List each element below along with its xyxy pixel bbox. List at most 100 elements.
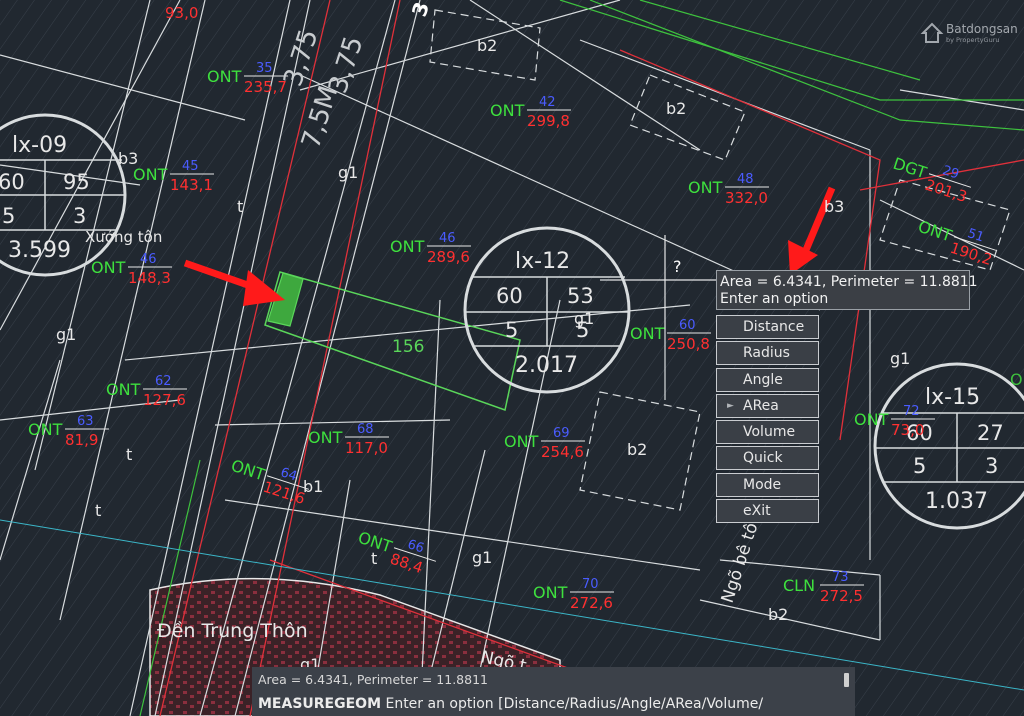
svg-text:3: 3 (985, 454, 998, 478)
parcel-number: 62 (155, 374, 172, 389)
parcel-number: 48 (737, 172, 754, 187)
parcel-type: CLN (783, 576, 815, 595)
house-logo-icon (920, 22, 944, 43)
command-scrollbar[interactable] (844, 673, 849, 687)
circle-name: lx-09 (12, 133, 67, 158)
option-area-label: ARea (743, 397, 779, 414)
measure-options-menu: Distance Radius Angle ► ARea Volume Quick… (716, 315, 819, 525)
cad-canvas[interactable]: ? lx-09 60 95 5 3 3.599 lx-12 60 53 5 5 … (0, 0, 1024, 716)
parcel-number: 46 (140, 252, 157, 267)
parcel-type: ONT (28, 420, 63, 439)
zone-label: g1 (472, 548, 492, 567)
command-options: Enter an option [Distance/Radius/Angle/A… (385, 696, 764, 712)
parcel-number: 70 (582, 577, 599, 592)
zone-label: b1 (303, 477, 323, 496)
parcel-number: 60 (679, 318, 696, 333)
parcel-number: 68 (357, 422, 374, 437)
zone-label: g1 (338, 163, 358, 182)
svg-text:1.037: 1.037 (925, 489, 988, 514)
parcel-area: 332,0 (725, 189, 768, 207)
zone-label: b3 (118, 149, 138, 168)
svg-text:27: 27 (977, 421, 1004, 445)
zone-label: t (126, 445, 132, 464)
svg-text:60: 60 (0, 170, 25, 194)
svg-text:lx-12: lx-12 (515, 249, 570, 274)
parcel-area: 289,6 (427, 248, 470, 266)
tooltip-prompt: Enter an option (720, 291, 829, 307)
parcel-label: 93,0 (165, 4, 198, 22)
current-option-arrow-icon: ► (727, 400, 734, 411)
command-prompt[interactable]: MEASUREGEOM Enter an option [Distance/Ra… (258, 696, 763, 712)
watermark-brand: Batdongsan (946, 22, 1018, 36)
parcel-area: 272,6 (570, 594, 613, 612)
parcel-type: ONT (533, 583, 568, 602)
option-quick[interactable]: Quick (716, 446, 819, 471)
parcel-type: ONT (630, 324, 665, 343)
zone-label: b2 (768, 605, 788, 624)
svg-text:3.599: 3.599 (8, 238, 71, 263)
parcel-area: 143,1 (170, 176, 213, 194)
parcel-type: ONT (490, 101, 525, 120)
zone-label: g1 (574, 309, 594, 328)
parcel-type: ONT (106, 380, 141, 399)
option-mode[interactable]: Mode (716, 472, 819, 497)
option-exit[interactable]: eXit (716, 499, 819, 524)
den-trung-thon-label: Đền Trung Thôn (157, 620, 308, 642)
parcel-area: 250,8 (667, 335, 710, 353)
svg-text:3: 3 (73, 204, 86, 228)
parcel-area: 93,0 (165, 4, 198, 22)
option-area[interactable]: ► ARea (716, 393, 819, 418)
autocad-drawing-viewport[interactable]: ? lx-09 60 95 5 3 3.599 lx-12 60 53 5 5 … (0, 0, 1024, 716)
zone-label: b2 (477, 36, 497, 55)
svg-text:60: 60 (496, 284, 523, 308)
zone-label: b3 (824, 197, 844, 216)
svg-text:5: 5 (505, 318, 518, 342)
parcel-type: ONT (91, 258, 126, 277)
parcel-number: 69 (553, 426, 570, 441)
parcel-area: 299,8 (527, 112, 570, 130)
svg-text:95: 95 (63, 170, 90, 194)
svg-text:2.017: 2.017 (515, 353, 578, 378)
parcel-number: 63 (77, 414, 94, 429)
parcel-type: ONT (854, 410, 889, 429)
parcel-area: 272,5 (820, 587, 863, 605)
parcel-area: 148,3 (128, 269, 171, 287)
zone-label: g1 (890, 349, 910, 368)
parcel-number: 35 (256, 61, 273, 76)
option-distance[interactable]: Distance (716, 315, 819, 339)
parcel-number: 42 (539, 95, 556, 110)
parcel-156-label: 156 (392, 337, 424, 357)
parcel-area: 73,0 (891, 421, 924, 439)
parcel-area: 117,0 (345, 439, 388, 457)
zone-label: g1 (56, 325, 76, 344)
watermark-sub: by PropertyGuru (946, 36, 1000, 44)
parcel-number: 45 (182, 159, 199, 174)
parcel-area: 254,6 (541, 443, 584, 461)
zone-label: t (237, 197, 243, 216)
parcel-area: 127,6 (143, 391, 186, 409)
batdongsan-watermark: Batdongsan by PropertyGuru (918, 18, 1018, 48)
zone-label: b2 (627, 440, 647, 459)
svg-text:53: 53 (567, 284, 594, 308)
tooltip-result: Area = 6.4341, Perimeter = 11.8811 (720, 274, 978, 290)
parcel-number: 73 (832, 570, 849, 585)
zone-label: b2 (666, 99, 686, 118)
parcel-type: ONT (504, 432, 539, 451)
command-history: Area = 6.4341, Perimeter = 11.8811 (258, 672, 488, 687)
svg-text:5: 5 (913, 454, 926, 478)
option-volume[interactable]: Volume (716, 420, 819, 445)
parcel-number: 72 (903, 404, 920, 419)
parcel-number: 46 (439, 231, 456, 246)
zone-label: t (95, 501, 101, 520)
option-angle[interactable]: Angle (716, 367, 819, 392)
command-name: MEASUREGEOM (258, 696, 382, 712)
command-line[interactable]: Area = 6.4341, Perimeter = 11.8811 MEASU… (252, 667, 855, 716)
parcel-type: ONT (688, 178, 723, 197)
xuong-ton-label: Xưởng tôn (85, 228, 162, 246)
svg-text:lx-15: lx-15 (925, 385, 980, 410)
cursor-question-mark: ? (673, 257, 682, 276)
zone-label: t (371, 549, 377, 568)
parcel-type: ONT (308, 428, 343, 447)
measure-tooltip: Area = 6.4341, Perimeter = 11.8811 Enter… (716, 270, 978, 310)
option-radius[interactable]: Radius (716, 341, 819, 366)
